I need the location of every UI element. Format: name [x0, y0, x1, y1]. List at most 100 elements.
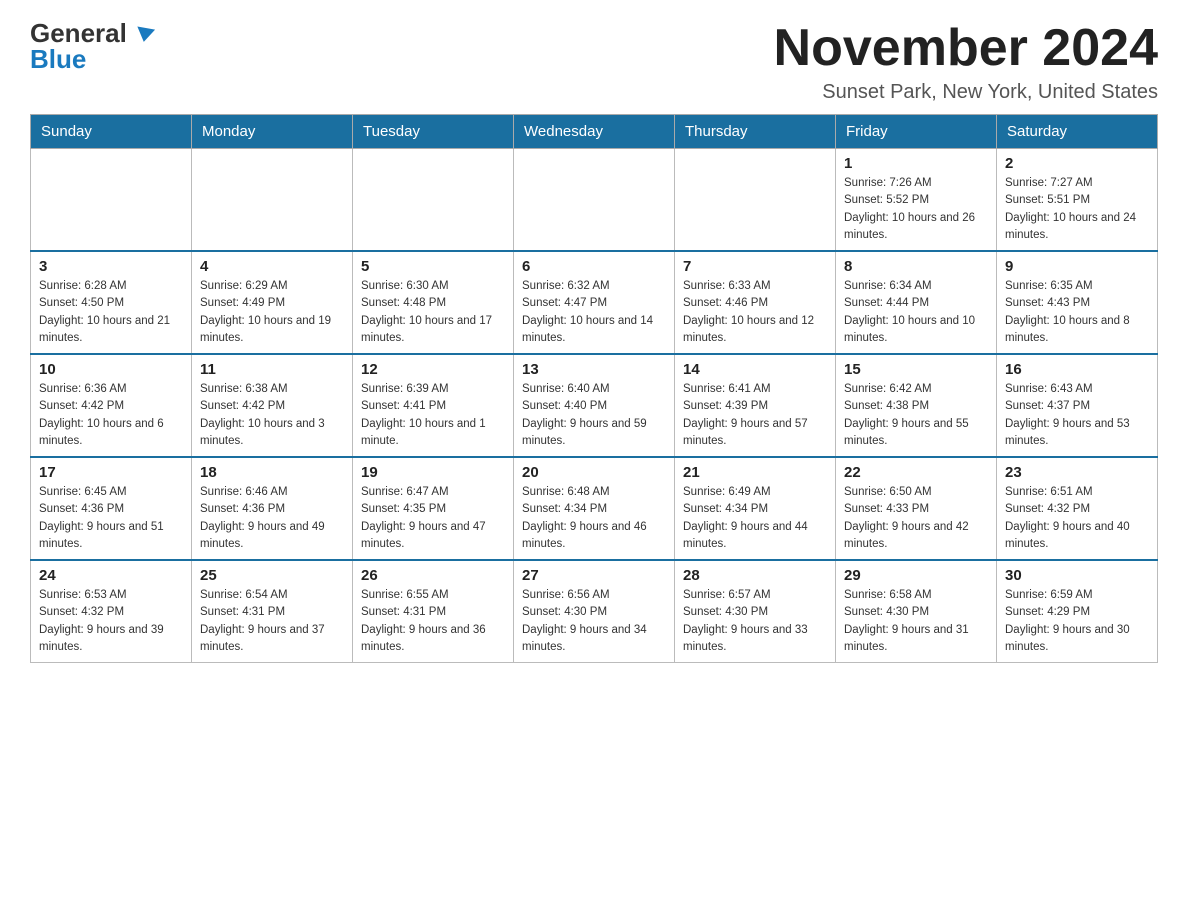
calendar-week-row: 3 Sunrise: 6:28 AMSunset: 4:50 PMDaylight…: [31, 251, 1158, 354]
day-number: 7: [683, 258, 827, 275]
logo: General Blue: [30, 20, 154, 72]
day-info: Sunrise: 6:40 AMSunset: 4:40 PMDaylight:…: [522, 381, 666, 450]
calendar-day-cell: [514, 149, 675, 252]
calendar-day-cell: 11Sunrise: 6:38 AMSunset: 4:42 PMDayligh…: [192, 354, 353, 457]
calendar-day-header: Wednesday: [514, 115, 675, 149]
day-info: Sunrise: 6:54 AMSunset: 4:31 PMDaylight:…: [200, 587, 344, 656]
day-number: 28: [683, 567, 827, 584]
day-number: 12: [361, 361, 505, 378]
day-number: 1: [844, 155, 988, 172]
day-number: 23: [1005, 464, 1149, 481]
day-number: 14: [683, 361, 827, 378]
day-info: Sunrise: 6:45 AMSunset: 4:36 PMDaylight:…: [39, 484, 183, 553]
day-info: Sunrise: 7:26 AMSunset: 5:52 PMDaylight:…: [844, 175, 988, 244]
title-block: November 2024 Sunset Park, New York, Uni…: [774, 20, 1158, 104]
day-info: Sunrise: 6:49 AMSunset: 4:34 PMDaylight:…: [683, 484, 827, 553]
calendar-day-cell: 16Sunrise: 6:43 AMSunset: 4:37 PMDayligh…: [997, 354, 1158, 457]
day-number: 10: [39, 361, 183, 378]
day-info: Sunrise: 6:35 AMSunset: 4:43 PMDaylight:…: [1005, 278, 1149, 347]
day-number: 30: [1005, 567, 1149, 584]
day-info: Sunrise: 6:32 AMSunset: 4:47 PMDaylight:…: [522, 278, 666, 347]
calendar-day-cell: 12 Sunrise: 6:39 AMSunset: 4:41 PMDayligh…: [353, 354, 514, 457]
calendar-day-cell: 17 Sunrise: 6:45 AMSunset: 4:36 PMDayligh…: [31, 457, 192, 560]
calendar-week-row: 10Sunrise: 6:36 AMSunset: 4:42 PMDayligh…: [31, 354, 1158, 457]
page-header: General Blue November 2024 Sunset Park, …: [30, 20, 1158, 104]
day-number: 2: [1005, 155, 1149, 172]
day-number: 6: [522, 258, 666, 275]
day-info: Sunrise: 6:46 AMSunset: 4:36 PMDaylight:…: [200, 484, 344, 553]
day-number: 19: [361, 464, 505, 481]
day-number: 13: [522, 361, 666, 378]
day-number: 24: [39, 567, 183, 584]
calendar-day-cell: [353, 149, 514, 252]
day-number: 4: [200, 258, 344, 275]
calendar-day-cell: 14 Sunrise: 6:41 AMSunset: 4:39 PMDayligh…: [675, 354, 836, 457]
location-title: Sunset Park, New York, United States: [774, 81, 1158, 104]
day-info: Sunrise: 6:56 AMSunset: 4:30 PMDaylight:…: [522, 587, 666, 656]
calendar-day-cell: 19 Sunrise: 6:47 AMSunset: 4:35 PMDayligh…: [353, 457, 514, 560]
day-number: 20: [522, 464, 666, 481]
calendar-day-cell: 8Sunrise: 6:34 AMSunset: 4:44 PMDaylight…: [836, 251, 997, 354]
day-number: 15: [844, 361, 988, 378]
day-number: 18: [200, 464, 344, 481]
day-number: 26: [361, 567, 505, 584]
day-info: Sunrise: 6:47 AMSunset: 4:35 PMDaylight:…: [361, 484, 505, 553]
logo-blue-label: Blue: [30, 46, 86, 72]
day-number: 27: [522, 567, 666, 584]
calendar-day-cell: 25 Sunrise: 6:54 AMSunset: 4:31 PMDayligh…: [192, 560, 353, 663]
calendar-day-cell: 26 Sunrise: 6:55 AMSunset: 4:31 PMDayligh…: [353, 560, 514, 663]
day-info: Sunrise: 6:58 AMSunset: 4:30 PMDaylight:…: [844, 587, 988, 656]
day-info: Sunrise: 6:51 AMSunset: 4:32 PMDaylight:…: [1005, 484, 1149, 553]
day-number: 21: [683, 464, 827, 481]
day-info: Sunrise: 6:57 AMSunset: 4:30 PMDaylight:…: [683, 587, 827, 656]
day-info: Sunrise: 6:29 AMSunset: 4:49 PMDaylight:…: [200, 278, 344, 347]
logo-blue-text: Blue: [30, 46, 86, 72]
day-number: 17: [39, 464, 183, 481]
day-info: Sunrise: 7:27 AMSunset: 5:51 PMDaylight:…: [1005, 175, 1149, 244]
day-number: 5: [361, 258, 505, 275]
calendar-day-header: Saturday: [997, 115, 1158, 149]
day-info: Sunrise: 6:28 AMSunset: 4:50 PMDaylight:…: [39, 278, 183, 347]
day-number: 29: [844, 567, 988, 584]
calendar-day-cell: 30 Sunrise: 6:59 AMSunset: 4:29 PMDayligh…: [997, 560, 1158, 663]
day-info: Sunrise: 6:53 AMSunset: 4:32 PMDaylight:…: [39, 587, 183, 656]
day-info: Sunrise: 6:30 AMSunset: 4:48 PMDaylight:…: [361, 278, 505, 347]
calendar-day-header: Friday: [836, 115, 997, 149]
calendar-day-header: Thursday: [675, 115, 836, 149]
calendar-day-header: Monday: [192, 115, 353, 149]
calendar-day-cell: [192, 149, 353, 252]
calendar-week-row: 24 Sunrise: 6:53 AMSunset: 4:32 PMDayligh…: [31, 560, 1158, 663]
calendar-day-cell: 23 Sunrise: 6:51 AMSunset: 4:32 PMDayligh…: [997, 457, 1158, 560]
calendar-day-cell: 15Sunrise: 6:42 AMSunset: 4:38 PMDayligh…: [836, 354, 997, 457]
day-number: 16: [1005, 361, 1149, 378]
day-info: Sunrise: 6:34 AMSunset: 4:44 PMDaylight:…: [844, 278, 988, 347]
day-info: Sunrise: 6:39 AMSunset: 4:41 PMDaylight:…: [361, 381, 505, 450]
day-info: Sunrise: 6:59 AMSunset: 4:29 PMDaylight:…: [1005, 587, 1149, 656]
day-number: 9: [1005, 258, 1149, 275]
calendar-day-cell: 21 Sunrise: 6:49 AMSunset: 4:34 PMDayligh…: [675, 457, 836, 560]
day-number: 25: [200, 567, 344, 584]
calendar-header-row: SundayMondayTuesdayWednesdayThursdayFrid…: [31, 115, 1158, 149]
day-info: Sunrise: 6:41 AMSunset: 4:39 PMDaylight:…: [683, 381, 827, 450]
calendar-day-cell: 18 Sunrise: 6:46 AMSunset: 4:36 PMDayligh…: [192, 457, 353, 560]
month-title: November 2024: [774, 20, 1158, 77]
calendar-day-header: Tuesday: [353, 115, 514, 149]
calendar-day-cell: 22Sunrise: 6:50 AMSunset: 4:33 PMDayligh…: [836, 457, 997, 560]
day-number: 22: [844, 464, 988, 481]
calendar-day-cell: 7Sunrise: 6:33 AMSunset: 4:46 PMDaylight…: [675, 251, 836, 354]
calendar-week-row: 17 Sunrise: 6:45 AMSunset: 4:36 PMDayligh…: [31, 457, 1158, 560]
calendar-day-cell: 13 Sunrise: 6:40 AMSunset: 4:40 PMDayligh…: [514, 354, 675, 457]
calendar-day-cell: [31, 149, 192, 252]
calendar-day-cell: 9 Sunrise: 6:35 AMSunset: 4:43 PMDaylight…: [997, 251, 1158, 354]
day-number: 3: [39, 258, 183, 275]
day-info: Sunrise: 6:55 AMSunset: 4:31 PMDaylight:…: [361, 587, 505, 656]
day-number: 11: [200, 361, 344, 378]
calendar-day-cell: 4 Sunrise: 6:29 AMSunset: 4:49 PMDaylight…: [192, 251, 353, 354]
calendar-day-cell: 10Sunrise: 6:36 AMSunset: 4:42 PMDayligh…: [31, 354, 192, 457]
calendar-day-cell: 28 Sunrise: 6:57 AMSunset: 4:30 PMDayligh…: [675, 560, 836, 663]
calendar-table: SundayMondayTuesdayWednesdayThursdayFrid…: [30, 114, 1158, 663]
calendar-day-cell: 2 Sunrise: 7:27 AMSunset: 5:51 PMDaylight…: [997, 149, 1158, 252]
logo-general-text: General: [30, 20, 154, 46]
calendar-day-cell: 20Sunrise: 6:48 AMSunset: 4:34 PMDayligh…: [514, 457, 675, 560]
calendar-day-cell: 24 Sunrise: 6:53 AMSunset: 4:32 PMDayligh…: [31, 560, 192, 663]
